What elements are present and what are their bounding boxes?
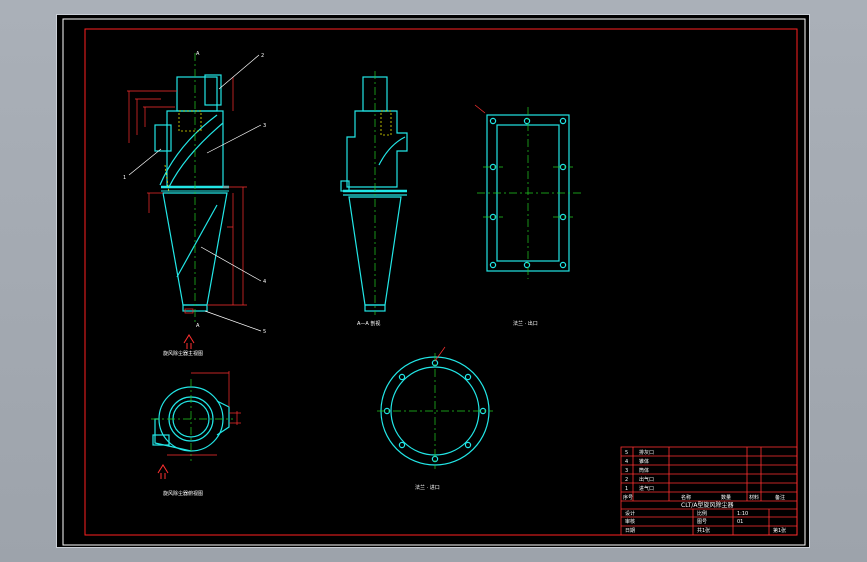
outlet-flange-box — [204, 74, 222, 106]
cad-viewport[interactable]: 2 3 1 4 5 A A 旋风除尘器主视图 A—A 剖视 法兰 · 出口 旋风… — [56, 14, 810, 548]
part-number-5: 5 — [263, 329, 266, 335]
outer-frame — [62, 18, 806, 546]
front-view — [154, 74, 229, 312]
rect-flange-caption: 法兰 · 出口 — [513, 320, 538, 327]
top-arrow-icon — [157, 464, 169, 479]
svg-text:材料: 材料 — [749, 494, 759, 501]
front-dimensions — [127, 77, 247, 314]
part-number-4: 4 — [263, 279, 266, 285]
front-view-caption: 旋风除尘器主视图 — [163, 350, 203, 357]
round-flange-caption: 法兰 · 进口 — [415, 484, 440, 491]
part-numbers: 2 3 1 4 5 — [123, 53, 266, 335]
drawing-title: CLT/A型旋风除尘器 — [681, 501, 734, 509]
section-mark-bottom: A — [196, 323, 200, 329]
part-number-1: 1 — [123, 175, 126, 181]
svg-text:01: 01 — [737, 519, 743, 525]
svg-text:数量: 数量 — [721, 494, 731, 501]
part-row-name: 筒体 — [639, 467, 649, 474]
cone-diagonal — [176, 204, 218, 278]
svg-text:第1张: 第1张 — [773, 527, 786, 534]
svg-text:审核: 审核 — [625, 518, 635, 525]
part-number-2: 2 — [261, 53, 264, 59]
svg-text:图号: 图号 — [697, 519, 707, 525]
parts-list: 5 排灰口 4 锥体 3 筒体 2 出气口 1 进气口 — [625, 449, 654, 492]
cad-drawing: 2 3 1 4 5 A A 旋风除尘器主视图 A—A 剖视 法兰 · 出口 旋风… — [62, 18, 806, 546]
part-row-name: 排灰口 — [639, 449, 654, 456]
part-row-no: 3 — [625, 468, 628, 474]
svg-text:设计: 设计 — [625, 510, 635, 517]
part-row-name: 进气口 — [639, 485, 654, 492]
outlet-pipe — [176, 76, 218, 112]
part-row-no: 4 — [625, 459, 628, 465]
svg-text:备注: 备注 — [775, 494, 785, 501]
inlet-box — [154, 124, 172, 152]
svg-text:共1张: 共1张 — [697, 527, 710, 534]
part-row-no: 1 — [625, 486, 628, 492]
top-view-caption: 旋风除尘器俯视图 — [163, 490, 203, 497]
svg-text:日期: 日期 — [625, 528, 635, 534]
drawing-border — [84, 28, 798, 536]
title-block-info: 设计 比例 1:10 审核 图号 01 日期 共1张 第1张 — [625, 510, 786, 534]
airflow-arrow-icon — [183, 334, 195, 349]
side-view-caption: A—A 剖视 — [357, 320, 380, 327]
part-row-no: 2 — [625, 477, 628, 483]
side-view — [340, 76, 408, 312]
svg-text:1:10: 1:10 — [737, 511, 748, 517]
part-row-name: 锥体 — [639, 458, 649, 465]
part-row-no: 5 — [625, 450, 628, 456]
section-mark-top: A — [196, 51, 200, 57]
svg-text:比例: 比例 — [697, 510, 707, 517]
svg-text:序号: 序号 — [623, 494, 633, 501]
part-row-name: 出气口 — [639, 476, 654, 483]
part-number-3: 3 — [263, 123, 266, 129]
svg-text:名称: 名称 — [681, 494, 691, 501]
